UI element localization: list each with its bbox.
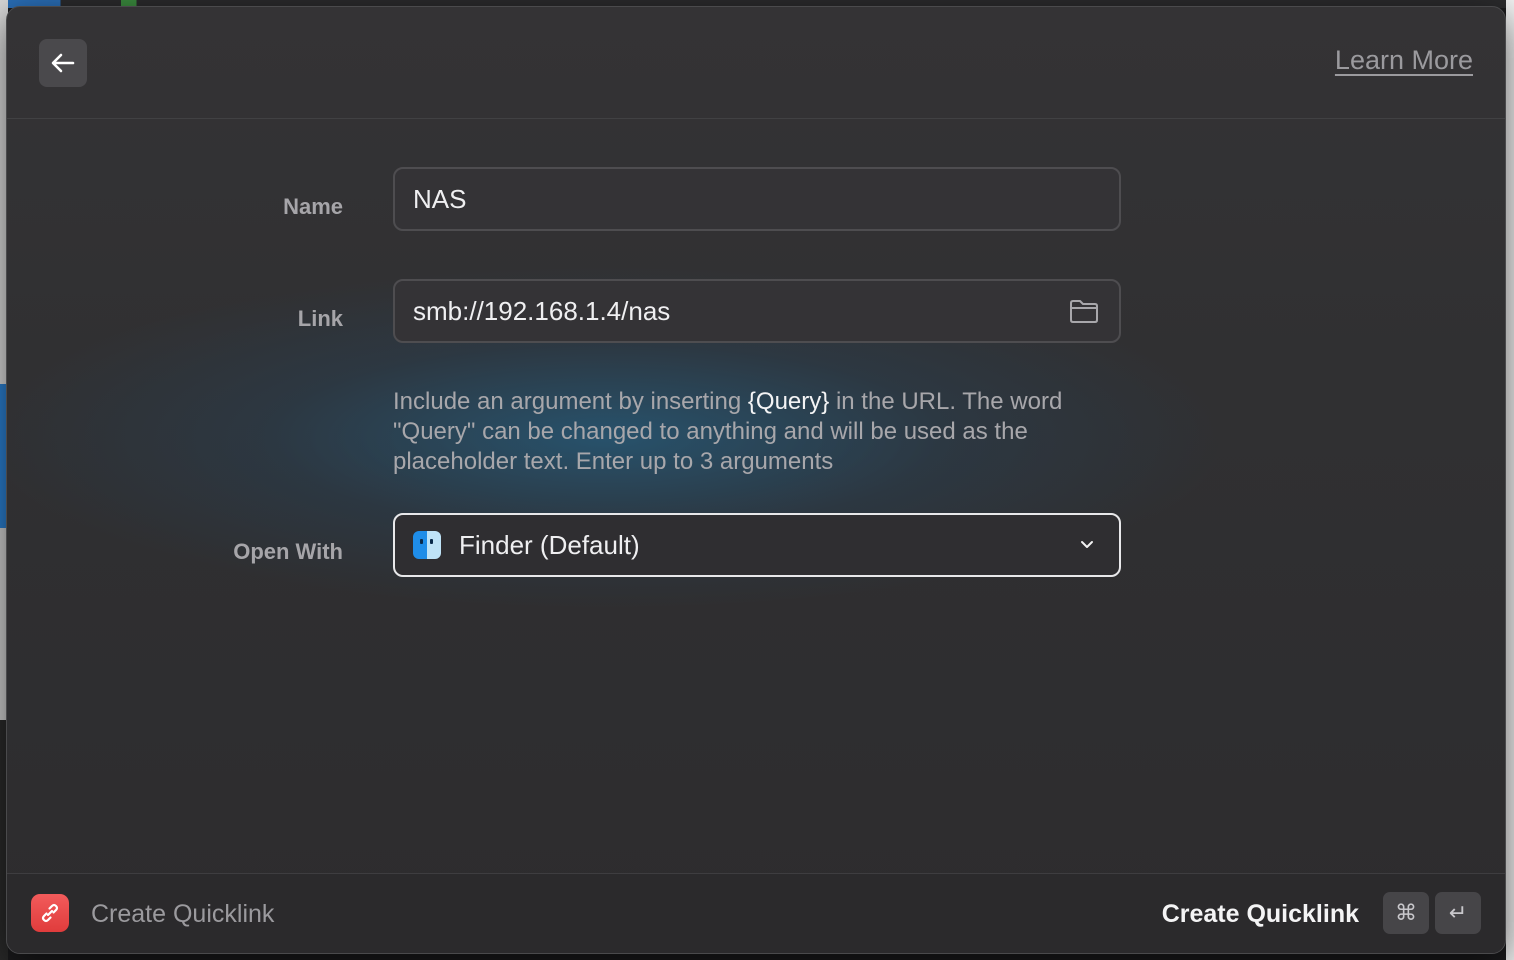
- header-bar: Learn More: [7, 7, 1505, 119]
- learn-more-link[interactable]: Learn More: [1335, 45, 1473, 76]
- link-icon: [31, 894, 69, 932]
- footer-title: Create Quicklink: [91, 900, 275, 928]
- link-field-value: smb://192.168.1.4/nas: [413, 295, 671, 326]
- name-field-value: NAS: [413, 183, 467, 214]
- arrow-left-icon: [51, 53, 75, 73]
- chevron-down-icon: [1081, 541, 1093, 548]
- finder-icon: [413, 531, 441, 559]
- link-label: Link: [297, 306, 343, 331]
- link-help-text: Include an argument by inserting {Query}…: [393, 387, 1133, 477]
- command-key-icon[interactable]: ⌘: [1383, 892, 1429, 934]
- create-quicklink-window: Learn More Name NAS Link smb://192.168.1…: [6, 6, 1506, 954]
- open-with-value: Finder (Default): [459, 529, 640, 560]
- footer-bar: Create Quicklink Create Quicklink ⌘ ↵: [7, 873, 1505, 953]
- desktop-right-edge: [1506, 0, 1514, 960]
- name-label: Name: [283, 194, 343, 219]
- back-button[interactable]: [39, 39, 87, 87]
- help-text-prefix: Include an argument by inserting: [393, 388, 748, 415]
- return-key-icon[interactable]: ↵: [1435, 892, 1481, 934]
- create-quicklink-button[interactable]: Create Quicklink: [1162, 900, 1359, 929]
- folder-icon[interactable]: [1069, 298, 1099, 324]
- open-with-select[interactable]: Finder (Default): [393, 513, 1121, 577]
- help-text-query: {Query}: [747, 388, 830, 415]
- link-field[interactable]: smb://192.168.1.4/nas: [393, 279, 1121, 343]
- name-field[interactable]: NAS: [393, 167, 1121, 231]
- open-with-label: Open With: [233, 539, 343, 564]
